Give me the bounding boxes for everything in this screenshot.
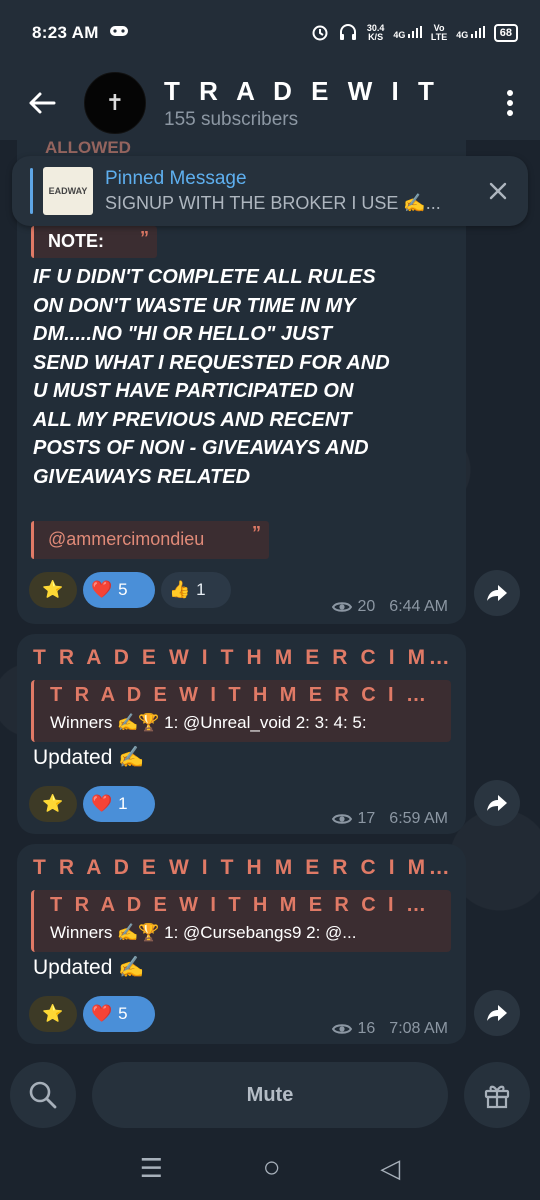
share-button[interactable] [474,780,520,826]
volte-indicator: Vo LTE [430,23,448,42]
heart-icon: ❤️ [91,580,113,599]
star-reaction[interactable]: ⭐ [29,996,77,1032]
status-bar: 8:23 AM 30.4 K/S 4G Vo LTE 4G 68 [0,0,540,66]
mention-quote[interactable]: @ammercimondieu ” [31,521,269,559]
gamepad-icon [109,24,129,42]
message-time: 6:59 AM [389,810,448,827]
star-icon: ⭐ [42,1004,64,1023]
reaction-count: 5 [118,1004,128,1023]
message-meta: 17 6:59 AM [331,810,448,828]
eye-icon [331,1024,352,1034]
reply-text: Winners ✍️🏆 1: @Unreal_void 2: 3: 4: 5: [50,713,367,732]
view-count: 17 [357,810,376,827]
star-icon: ⭐ [42,580,64,599]
signal-4g-1: 4G [393,26,422,40]
pinned-message-bar[interactable]: EADWAY Pinned Message SIGNUP WITH THE BR… [12,156,528,226]
sender-name[interactable]: T R A D E W I T H M E R C I M O N D... [33,856,458,880]
message-time: 7:08 AM [389,1020,448,1037]
channel-info[interactable]: T R A D E W I T H M 155 subscribers [164,76,480,131]
search-button[interactable] [10,1062,76,1128]
heart-reaction[interactable]: ❤️ 5 [83,996,155,1032]
quote-icon: ” [140,228,149,248]
share-button[interactable] [474,990,520,1036]
more-menu-button[interactable] [480,66,540,140]
search-icon [29,1081,57,1109]
heart-reaction[interactable]: ❤️ 5 [83,572,155,608]
subscriber-count: 155 subscribers [164,108,299,130]
close-pinned-button[interactable] [468,182,528,200]
gift-button[interactable] [464,1062,530,1128]
message-text: IF U DIDN'T COMPLETE ALL RULES ON DON'T … [33,266,390,488]
reaction-count: 5 [118,580,128,599]
thumbs-up-reaction[interactable]: 👍 1 [161,572,231,608]
mention-link[interactable]: @ammercimondieu [48,529,204,549]
share-arrow-icon [487,1005,507,1021]
bottom-bar: Mute [0,1056,540,1136]
eye-icon [331,814,352,824]
message-bubble[interactable]: T R A D E W I T H M E R C I M O N D... T… [17,634,466,834]
reply-text: Winners ✍️🏆 1: @Cursebangs9 2: @... [50,923,357,942]
reply-preview[interactable]: T R A D E W I T H M E R C I M O N... Win… [31,680,451,742]
reply-preview[interactable]: T R A D E W I T H M E R C I M O N... Win… [31,890,451,952]
note-label: NOTE: [48,231,104,251]
star-reaction[interactable]: ⭐ [29,786,77,822]
channel-avatar[interactable]: ✝ [84,72,146,134]
headphones-icon [338,23,358,44]
sender-name[interactable]: T R A D E W I T H M E R C I M O N D... [33,646,458,670]
pinned-thumbnail: EADWAY [43,167,93,215]
star-icon: ⭐ [42,794,64,813]
chat-header: ✝ T R A D E W I T H M 155 subscribers [0,66,540,140]
heart-reaction[interactable]: ❤️ 1 [83,786,155,822]
system-nav-bar: ☰ ○ ◁ [0,1136,540,1200]
reactions-row: ⭐ ❤️ 1 [29,786,155,822]
reactions-row: ⭐ ❤️ 5 👍 1 [29,572,231,608]
alarm-icon [311,23,329,44]
clipped-text: ALLOWED [45,138,131,157]
heart-icon: ❤️ [91,1004,113,1023]
pinned-label: Pinned Message [105,168,247,189]
note-quote: NOTE: ” [31,226,157,258]
clock: 8:23 AM [32,23,99,42]
net-speed: 30.4 K/S [366,23,385,42]
kebab-menu-icon [507,90,513,116]
recents-icon[interactable]: ☰ [140,1153,163,1184]
view-count: 16 [357,1020,376,1037]
message-text: Updated ✍️ [33,956,145,979]
reply-title: T R A D E W I T H M E R C I M O N... [50,894,442,916]
view-count: 20 [357,598,376,615]
message-meta: 20 6:44 AM [331,598,448,616]
pinned-indicator [30,168,33,214]
reactions-row: ⭐ ❤️ 5 [29,996,155,1032]
reaction-count: 1 [196,580,206,599]
heart-icon: ❤️ [91,794,113,813]
pinned-preview: SIGNUP WITH THE BROKER I USE ✍️... [105,193,441,213]
signal-4g-2: 4G [456,26,485,40]
channel-title: T R A D E W I T H M [164,75,444,106]
thumbs-up-icon: 👍 [169,580,191,599]
message-time: 6:44 AM [389,598,448,615]
message-meta: 16 7:08 AM [331,1020,448,1038]
cross-icon: ✝ [105,90,125,115]
share-button[interactable] [474,570,520,616]
pinned-text: Pinned Message SIGNUP WITH THE BROKER I … [105,168,468,214]
message-text: Updated ✍️ [33,746,145,769]
reaction-count: 1 [118,794,128,813]
battery-indicator: 68 [493,24,518,42]
quote-icon: ” [252,523,261,543]
share-arrow-icon [487,795,507,811]
back-button[interactable] [0,66,84,140]
message-bubble[interactable]: T R A D E W I T H M E R C I M O N D... T… [17,844,466,1044]
reply-title: T R A D E W I T H M E R C I M O N... [50,684,442,706]
mute-button[interactable]: Mute [92,1062,448,1128]
star-reaction[interactable]: ⭐ [29,572,77,608]
back-nav-icon[interactable]: ◁ [380,1153,400,1184]
arrow-left-icon [29,92,56,114]
eye-icon [331,602,352,612]
gift-icon [484,1085,510,1109]
home-icon[interactable]: ○ [263,1151,281,1185]
share-arrow-icon [487,585,507,601]
close-icon [489,182,507,200]
